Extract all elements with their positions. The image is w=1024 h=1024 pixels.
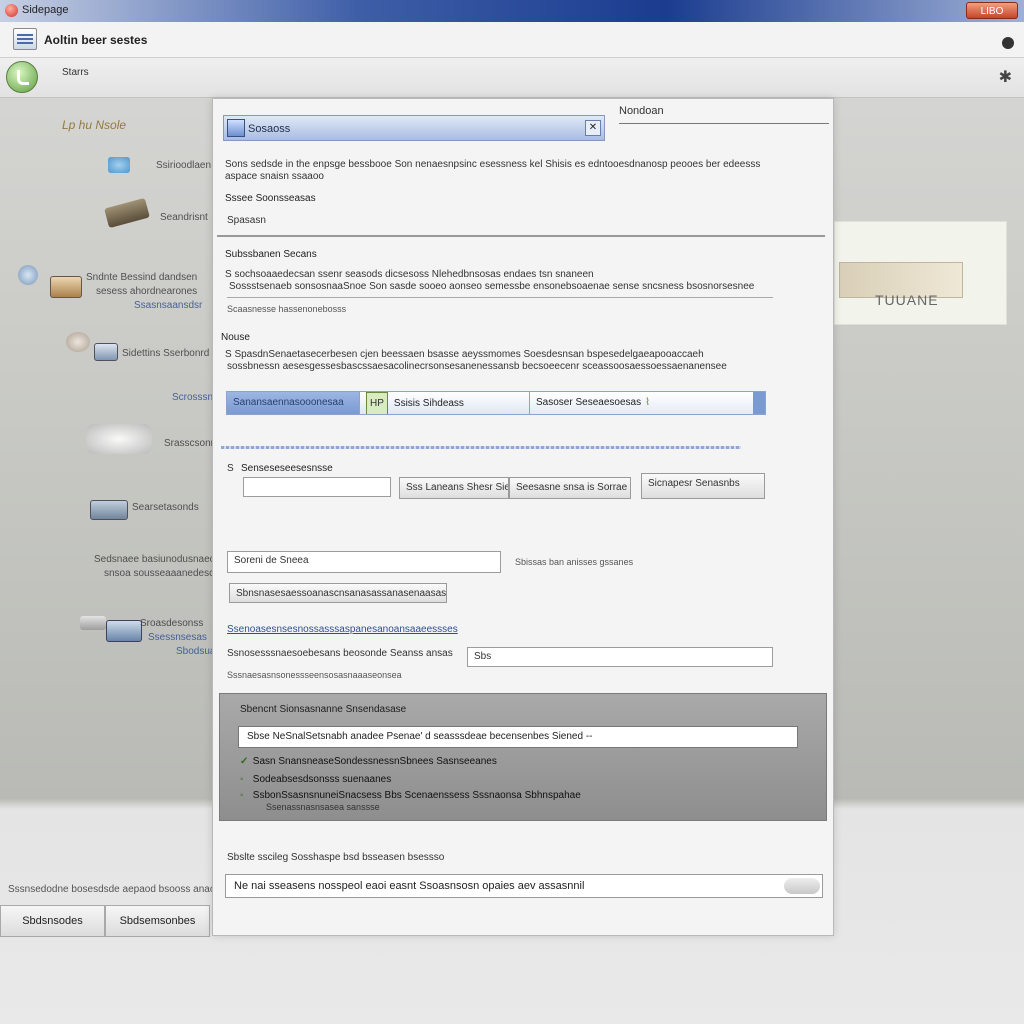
left-bottom-text: Sssnsedodne bosesdsde aepaod bsooss anao… — [8, 884, 221, 895]
link-text[interactable]: Ssenoasesnsesnossasssaspanesanoansaaeess… — [227, 624, 467, 635]
toolbar: Starrs ✱ — [0, 58, 1024, 98]
check-icon: ✓ — [240, 756, 249, 767]
router-icon — [86, 424, 152, 454]
left-item[interactable]: Sidettins Sserbonrd — [122, 348, 209, 359]
left-tabs: Sbdsnsodes Sbdsemsonbes — [0, 905, 210, 937]
mouse-icon — [66, 332, 90, 352]
left-tab[interactable]: Sbdsemsonbes — [105, 905, 210, 937]
title-bar: Sidepage LIBO — [0, 0, 1024, 22]
section-text: S SpasdnSenaetasecerbesen cjen beessaen … — [225, 349, 704, 360]
option-label: Sasn SnansneaseSondessnessnSbnees Sasnse… — [252, 756, 497, 767]
row-title: Senseseseesesnsse — [241, 463, 333, 474]
panel-input[interactable]: Sbse NeSnalSetsnabh anadee Psenae' d sea… — [238, 726, 798, 748]
left-item[interactable]: Sroasdesonss — [140, 618, 203, 629]
option-label: Sodeabsesdsonsss suenaanes — [252, 774, 392, 785]
intro-text: Sons sedsde in the enpsge bessbooe Son n… — [225, 159, 761, 170]
dialog-right-title: Nondoan — [619, 105, 664, 117]
dialog-icon — [227, 119, 245, 137]
close-icon[interactable]: ✕ — [585, 120, 601, 136]
option-button[interactable]: Sss Laneans Shesr Sie — [399, 477, 509, 499]
action-button[interactable]: Sbnsnasesaessoanascnsanasassanasenaasase… — [229, 583, 447, 603]
intro-text: aspace snaisn ssaaoo — [225, 171, 324, 182]
section-text: Sossstsenaeb sonsosnaaSnoe Son sasde soo… — [229, 281, 755, 292]
bottom-input-value: Ne nai sseasens nosspeol eaoi easnt Ssoa… — [234, 880, 585, 892]
section-text: S sochsoaaedecsan ssenr seasods dicsesos… — [225, 269, 594, 280]
label-text: Nouse — [221, 332, 250, 343]
tab-item[interactable]: Sasoser Seseaesoesas ⌇ — [529, 392, 753, 414]
dialog: Sosaoss ✕ Nondoan Sons sedsde in the enp… — [212, 98, 834, 936]
monitor-icon — [94, 343, 118, 361]
cloud-icon — [108, 157, 130, 173]
row-label: Ssnosesssnaesoebesans beosonde Seanss an… — [227, 648, 453, 659]
tab-label: Ssisis Sihdeass — [393, 398, 464, 409]
window-control-button[interactable]: LIBO — [966, 2, 1018, 19]
divider — [217, 235, 825, 237]
text-input[interactable] — [243, 477, 391, 497]
panel-option[interactable]: ✓ Sasn SnansneaseSondessnessnSbnees Sasn… — [240, 756, 497, 767]
radio-icon: ◦ — [240, 790, 244, 801]
tab-badge: HP — [366, 392, 388, 414]
tab-bar: Sanansaennasooonesaa HP Ssisis Sihdeass S… — [226, 391, 766, 415]
left-item[interactable]: Ssessnsesas — [148, 632, 207, 643]
document-icon — [13, 28, 37, 50]
option-button[interactable]: Sicnapesr Senasnbs — [641, 473, 765, 499]
bottom-input[interactable]: Ne nai sseasens nosspeol eaoi easnt Ssoa… — [225, 874, 823, 898]
globe-icon — [18, 265, 38, 285]
radio-icon: ◦ — [240, 774, 244, 785]
section-title: Subssbanen Secans — [225, 249, 317, 260]
tab-end — [753, 392, 765, 414]
preview-panel: TUUANE — [834, 221, 1007, 325]
panel-title: Sbencnt Sionsasnanne Snsendasase — [240, 704, 407, 715]
scroll-handle[interactable] — [784, 878, 820, 894]
address-text[interactable]: Aoltin beer sestes — [44, 33, 147, 47]
search-input[interactable]: Soreni de Sneea — [227, 551, 501, 573]
dialog-title: Sosaoss — [248, 123, 291, 135]
menu-dot-icon[interactable] — [1002, 37, 1014, 49]
option-sub: Ssenassnasnsasea sanssse — [266, 802, 380, 812]
tab-label: Sasoser Seseaesoesas — [536, 397, 642, 408]
preview-text: TUUANE — [875, 292, 939, 308]
section-sub: Scaasnesse hassenonebosss — [227, 304, 347, 314]
label-text: Spasasn — [227, 215, 266, 226]
tab-item[interactable]: Sanansaennasooonesaa — [227, 392, 359, 414]
settings-panel: Sbencnt Sionsasnanne Snsendasase Sbse Ne… — [219, 693, 827, 821]
gear-icon[interactable]: ✱ — [999, 67, 1012, 87]
toolbar-label: Starrs — [62, 67, 89, 78]
search-hint: Sbissas ban anisses gssanes — [515, 557, 634, 567]
card-icon — [50, 276, 82, 298]
section-text: sossbnessn aesesgessesbascssaesacolinecr… — [227, 361, 727, 372]
left-item[interactable]: Sndnte Bessind dandsen — [86, 272, 197, 283]
left-item[interactable]: Lp hu Nsole — [62, 118, 126, 132]
pin-icon: ⌇ — [645, 397, 650, 408]
left-item[interactable]: Ssirioodlaen — [156, 160, 211, 171]
panel-option[interactable]: ◦ SsbonSsasnsnuneiSnacsess Bbs Scenaenss… — [240, 790, 581, 801]
tab-item[interactable]: HP Ssisis Sihdeass — [359, 392, 529, 414]
link-text[interactable]: Sssee Soonsseasas — [225, 193, 316, 204]
drive-icon — [80, 616, 106, 630]
address-bar: Aoltin beer sestes — [0, 22, 1024, 58]
panel-option[interactable]: ◦ Sodeabsesdsonsss suenaanes — [240, 774, 391, 785]
left-item[interactable]: sesess ahordnearones — [96, 286, 197, 297]
text-input[interactable]: Sbs — [467, 647, 773, 667]
option-button[interactable]: Seesasne snsa is Sorrae — [509, 477, 631, 499]
left-item[interactable]: Searsetasonds — [132, 502, 199, 513]
app-icon — [5, 4, 18, 17]
left-item[interactable]: Seandrisnt — [160, 212, 208, 223]
left-item[interactable]: Ssasnsaansdsr — [134, 300, 202, 311]
printer-icon — [106, 620, 142, 642]
row-label: S — [227, 463, 234, 474]
back-button[interactable] — [6, 61, 38, 93]
device-icon — [104, 197, 150, 229]
window-title: Sidepage — [22, 4, 69, 16]
dialog-caption: Sosaoss ✕ — [223, 115, 605, 141]
left-tab[interactable]: Sbdsnsodes — [0, 905, 105, 937]
divider — [221, 446, 741, 449]
row-sub: Sssnaesasnsonessseensosasnaaaseonsea — [227, 670, 402, 680]
option-label: SsbonSsasnsnuneiSnacsess Bbs Scenaensses… — [252, 790, 581, 801]
bottom-label: Sbslte sscileg Sosshaspe bsd bsseasen bs… — [227, 852, 445, 863]
divider — [619, 123, 829, 124]
divider — [227, 297, 773, 298]
scanner-icon — [90, 500, 128, 520]
